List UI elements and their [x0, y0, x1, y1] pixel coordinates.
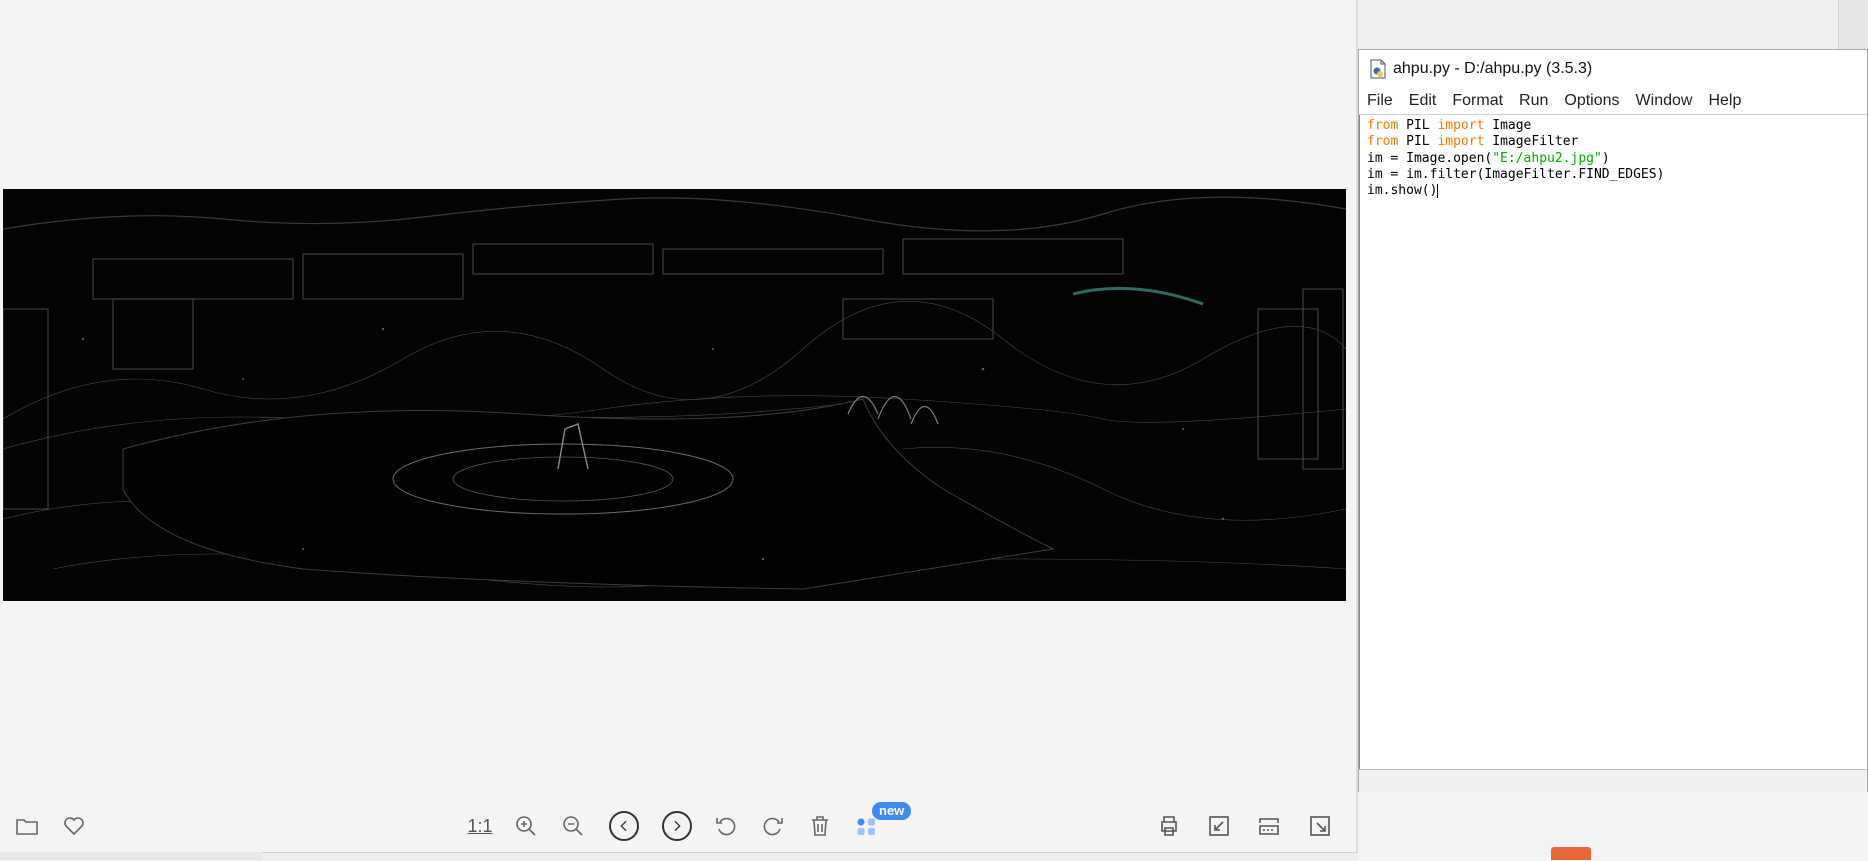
actual-size-button[interactable]: 1:1	[466, 814, 494, 838]
print-icon[interactable]	[1157, 814, 1181, 838]
menu-edit[interactable]: Edit	[1401, 92, 1445, 110]
fullscreen-icon[interactable]	[1207, 814, 1231, 838]
code-text: )	[1601, 150, 1610, 166]
code-text: im = Image.open(	[1367, 150, 1493, 166]
next-icon[interactable]	[662, 811, 692, 841]
delete-icon[interactable]	[808, 814, 832, 838]
code-text: ImageFilter	[1484, 134, 1579, 150]
menu-format[interactable]: Format	[1444, 92, 1511, 110]
keyword: from	[1367, 118, 1399, 133]
folder-icon[interactable]	[15, 814, 39, 838]
new-badge: new	[872, 802, 912, 820]
window-title: ahpu.py - D:/ahpu.py (3.5.3)	[1393, 60, 1593, 77]
menu-help[interactable]: Help	[1700, 92, 1749, 110]
fit-window-icon[interactable]	[1308, 814, 1332, 838]
menu-bar: File Edit Format Run Options Window Help	[1359, 88, 1867, 115]
status-bar	[1359, 769, 1867, 792]
zoom-in-icon[interactable]	[514, 814, 538, 838]
taskbar-strip	[0, 852, 1358, 861]
slideshow-icon[interactable]	[1257, 814, 1281, 838]
code-text: Image	[1484, 118, 1532, 133]
code-text: im.show()	[1367, 183, 1438, 199]
keyword: import	[1437, 118, 1485, 133]
keyword: from	[1367, 134, 1399, 150]
code-line: from PIL import Image	[1367, 118, 1867, 134]
text-cursor	[1437, 183, 1439, 198]
photo-content	[3, 189, 1346, 601]
code-line: im.show()	[1367, 183, 1867, 199]
code-line: im = im.filter(ImageFilter.FIND_EDGES)	[1367, 167, 1867, 183]
rotate-left-icon[interactable]	[714, 814, 738, 838]
code-line: im = Image.open("E:/ahpu2.jpg")	[1367, 151, 1867, 167]
edge-filtered-photo	[3, 189, 1346, 601]
string-literal: "E:/ahpu2.jpg"	[1492, 150, 1602, 166]
background-window	[1358, 0, 1868, 50]
keyword: import	[1437, 134, 1485, 150]
code-text: PIL	[1398, 134, 1438, 150]
menu-file[interactable]: File	[1359, 92, 1401, 110]
zoom-out-icon[interactable]	[561, 814, 585, 838]
heart-icon[interactable]	[62, 814, 86, 838]
menu-options[interactable]: Options	[1556, 92, 1627, 110]
rotate-right-icon[interactable]	[761, 814, 785, 838]
menu-window[interactable]: Window	[1628, 92, 1701, 110]
viewer-toolbar: 1:1 new	[0, 800, 1358, 852]
idle-editor-window: ahpu.py - D:/ahpu.py (3.5.3) File Edit F…	[1358, 49, 1868, 792]
image-viewer-window: 1:1 new	[0, 0, 1358, 852]
python-file-icon	[1370, 59, 1386, 79]
code-editor[interactable]: from PIL import Image from PIL import Im…	[1359, 115, 1867, 770]
code-line: from PIL import ImageFilter	[1367, 134, 1867, 150]
background-desktop	[1358, 792, 1868, 860]
code-text: PIL	[1398, 118, 1438, 133]
background-app-icon	[1551, 847, 1591, 860]
previous-icon[interactable]	[609, 811, 639, 841]
code-text: im = im.filter(ImageFilter.FIND_EDGES)	[1367, 166, 1665, 182]
title-bar[interactable]: ahpu.py - D:/ahpu.py (3.5.3)	[1359, 50, 1867, 88]
menu-run[interactable]: Run	[1511, 92, 1556, 110]
